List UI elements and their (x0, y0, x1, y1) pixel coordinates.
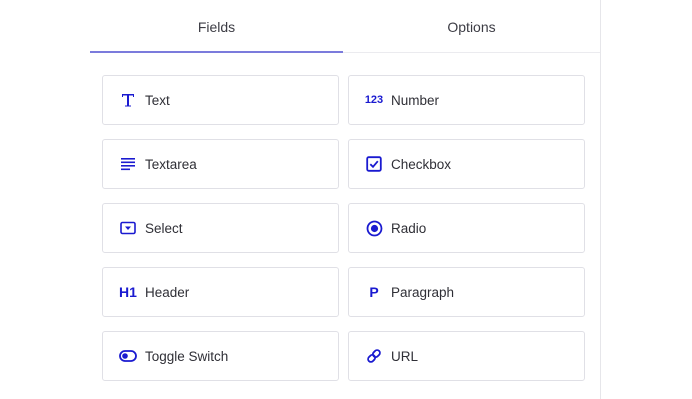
tab-fields-label: Fields (197, 19, 236, 35)
active-tab-indicator (90, 51, 343, 53)
text-icon (117, 89, 139, 111)
select-icon (117, 217, 139, 239)
number-icon-glyph: 123 (364, 94, 384, 106)
field-label: Select (145, 220, 183, 236)
tab-options[interactable]: Options (343, 0, 600, 52)
field-label: Toggle Switch (145, 348, 229, 364)
field-label: Radio (391, 220, 427, 236)
tab-fields[interactable]: Fields (90, 0, 343, 53)
radio-icon (363, 217, 385, 239)
field-label: Text (145, 92, 170, 108)
link-icon (363, 345, 385, 367)
field-label: Paragraph (391, 284, 455, 300)
tab-options-label: Options (447, 19, 496, 35)
field-label: Header (145, 284, 190, 300)
checkbox-icon (363, 153, 385, 175)
field-label: Checkbox (391, 156, 452, 172)
field-label: URL (391, 348, 419, 364)
paragraph-icon-glyph: P (369, 284, 379, 300)
paragraph-icon: P (363, 281, 385, 303)
field-card-text[interactable]: Text (102, 75, 339, 125)
textarea-icon (117, 153, 139, 175)
field-card-checkbox[interactable]: Checkbox (348, 139, 585, 189)
field-card-textarea[interactable]: Textarea (102, 139, 339, 189)
field-types-grid: Text 123 Number Textarea Checkbox Select… (102, 75, 585, 381)
field-card-paragraph[interactable]: P Paragraph (348, 267, 585, 317)
field-label: Number (391, 92, 440, 108)
field-card-number[interactable]: 123 Number (348, 75, 585, 125)
header-icon: H1 (117, 281, 139, 303)
field-label: Textarea (145, 156, 197, 172)
field-card-radio[interactable]: Radio (348, 203, 585, 253)
tab-bar: Fields Options (90, 0, 600, 53)
field-card-header[interactable]: H1 Header (102, 267, 339, 317)
field-card-select[interactable]: Select (102, 203, 339, 253)
header-icon-glyph: H1 (119, 284, 137, 300)
number-icon: 123 (363, 89, 385, 111)
field-card-url[interactable]: URL (348, 331, 585, 381)
toggle-icon (117, 345, 139, 367)
field-card-toggle-switch[interactable]: Toggle Switch (102, 331, 339, 381)
field-builder-panel: Fields Options Text 123 Number Textarea … (0, 0, 601, 399)
